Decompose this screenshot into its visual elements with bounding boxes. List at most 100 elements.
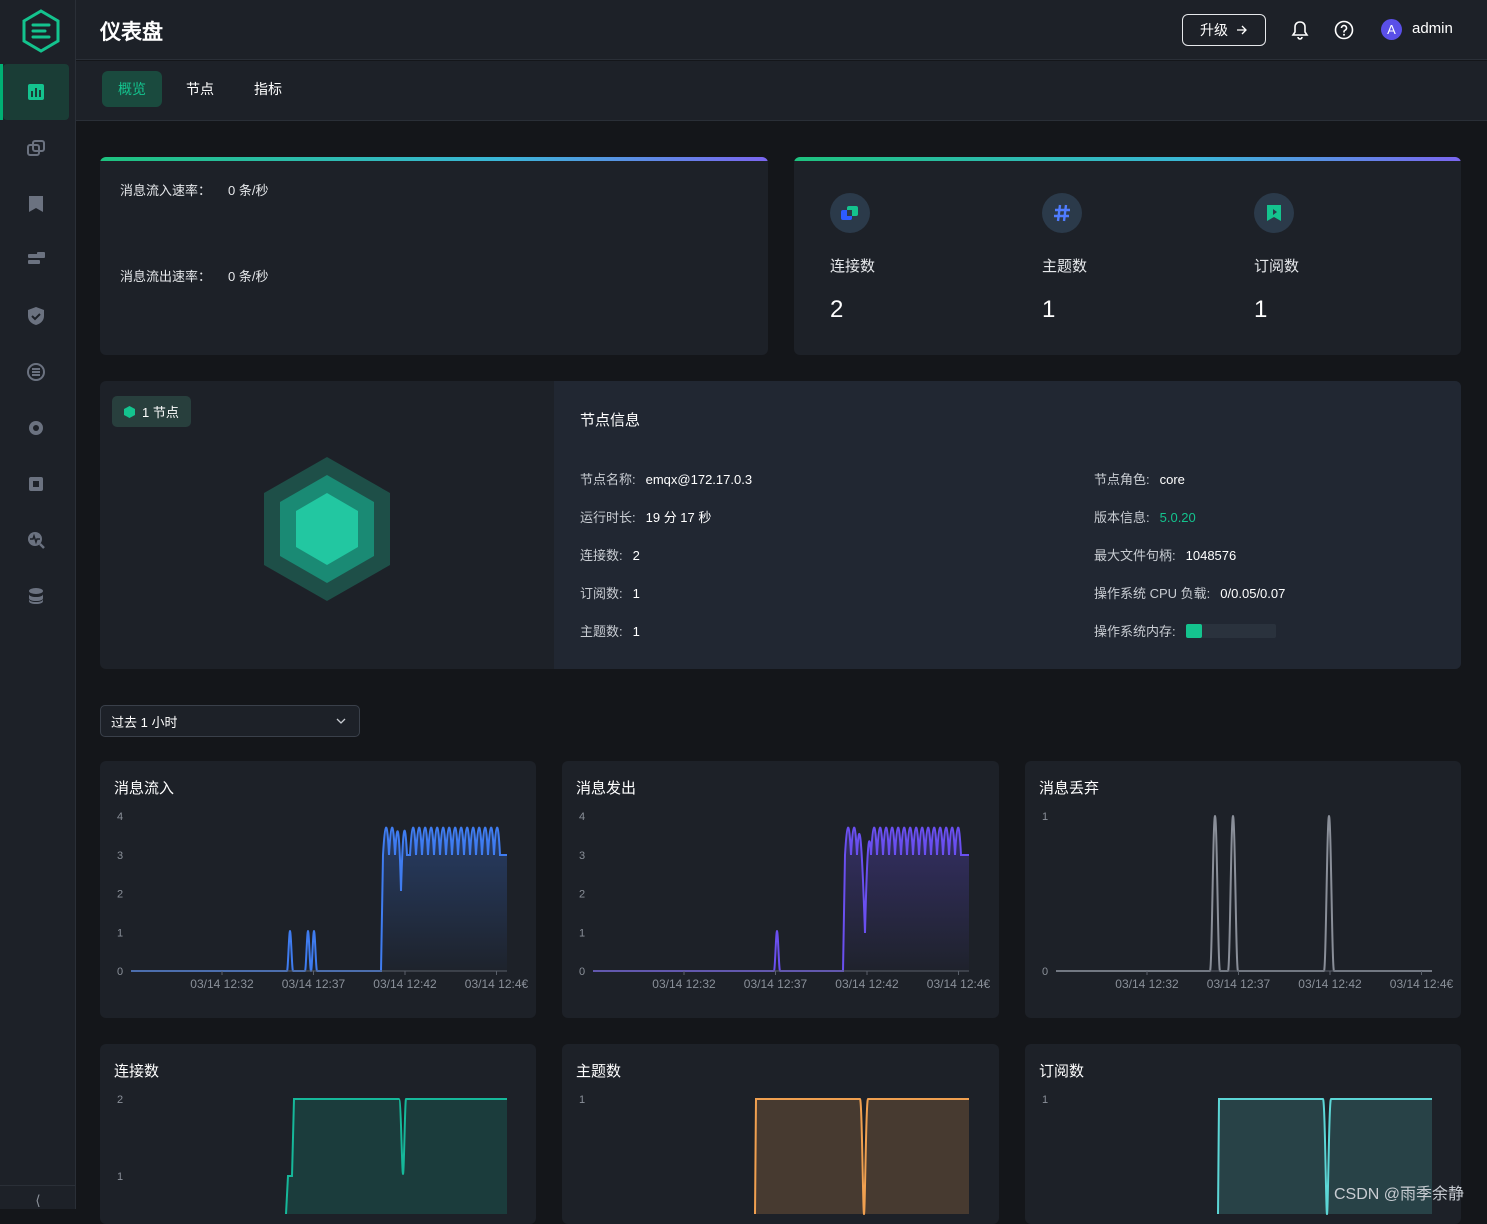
- x-tick-label: 03/14 12:42: [835, 977, 899, 991]
- node-hexagon-graphic[interactable]: [264, 457, 390, 601]
- cpu-load-row: 操作系统 CPU 负载: 0/0.05/0.07: [1094, 583, 1285, 602]
- y-tick-label: 0: [579, 966, 585, 978]
- outbound-rate-label: 消息流出速率：: [120, 269, 212, 284]
- chart-messages-dropped: 消息丢弃 0 1 03/14 12:32 03/14 12:37 03/14 12:42…: [1025, 761, 1461, 1018]
- inbound-rate-value: 0 条/秒: [228, 183, 269, 198]
- x-tick-label: 03/14 12:4€: [927, 977, 991, 991]
- y-tick-label: 0: [1042, 966, 1048, 978]
- inbound-rate-label: 消息流入速率：: [120, 183, 212, 198]
- info-key: 最大文件句柄:: [1094, 548, 1176, 563]
- chart-connections-plot[interactable]: 12: [100, 1044, 536, 1224]
- message-rate-card: 消息流入速率： 0 条/秒 消息流出速率： 0 条/秒: [100, 157, 768, 355]
- x-tick-label: 03/14 12:37: [744, 977, 808, 991]
- sidebar-item-connections[interactable]: [3, 120, 69, 176]
- info-value: 1: [632, 586, 640, 601]
- info-key: 版本信息:: [1094, 510, 1150, 525]
- sidebar-item-problem-analysis[interactable]: [3, 456, 69, 512]
- stat-value: 1: [1254, 296, 1268, 323]
- y-tick-label: 1: [579, 927, 585, 939]
- info-value: 1: [632, 624, 640, 639]
- connections-icon: [27, 140, 45, 156]
- management-icon: [29, 421, 43, 435]
- node-count-badge[interactable]: 1 节点: [112, 396, 191, 427]
- node-role-row: 节点角色: core: [1094, 469, 1185, 488]
- info-value: 19 分 17 秒: [645, 510, 712, 525]
- emqx-logo[interactable]: [21, 9, 61, 53]
- sidebar-item-access-control[interactable]: [3, 288, 69, 344]
- x-tick-label: 03/14 12:4€: [465, 977, 529, 991]
- chart-topics: 主题数 1: [562, 1044, 999, 1224]
- chart-messages-sent-plot[interactable]: 0 1 2 3 4 03/14 12:32 03/14 12:37 03/14 12:42 03…: [562, 761, 999, 1018]
- sidebar-item-subscribe[interactable]: [3, 176, 69, 232]
- info-value: core: [1159, 472, 1185, 487]
- problem-analysis-icon: [29, 477, 43, 491]
- chart-messages-received: 消息流入 0 1 2 3 4 03/14 12:32 03/14 12:37 03/14 12…: [100, 761, 536, 1018]
- stat-label: 主题数: [1042, 258, 1088, 275]
- node-name-row: 节点名称: emqx@172.17.0.3: [580, 469, 752, 488]
- chart-messages-dropped-plot[interactable]: 0 1 03/14 12:32 03/14 12:37 03/14 12:42 03/14…: [1025, 761, 1461, 1018]
- y-tick-label: 2: [117, 1094, 123, 1106]
- version-value: 5.0.20: [1159, 510, 1196, 525]
- tab-metrics[interactable]: 指标: [238, 71, 298, 107]
- stat-label: 连接数: [830, 258, 876, 275]
- y-tick-label: 2: [579, 889, 585, 901]
- sidebar-item-cluster[interactable]: [3, 568, 69, 624]
- subscribe-icon: [29, 196, 43, 212]
- sidebar: ⟨: [0, 0, 76, 1209]
- upgrade-button[interactable]: 升级: [1182, 14, 1266, 46]
- sidebar-item-diagnose[interactable]: [3, 512, 69, 568]
- cluster-icon: [29, 588, 43, 604]
- info-key: 连接数:: [580, 548, 623, 563]
- time-range-select[interactable]: 过去 1 小时: [100, 705, 360, 737]
- chart-messages-received-plot[interactable]: 0 1 2 3 4 03/14 12:32 03/14 12:37 03/14 12:42 03…: [100, 761, 536, 1018]
- hexagon-icon: [124, 405, 135, 418]
- sidebar-item-dashboard[interactable]: [0, 64, 69, 120]
- avatar[interactable]: A: [1381, 19, 1402, 40]
- collapse-icon: ⟨: [35, 1192, 41, 1208]
- stat-subscriptions: 订阅数 1: [1254, 193, 1454, 324]
- y-tick-label: 4: [579, 811, 585, 823]
- stat-value: 2: [830, 296, 844, 323]
- sidebar-item-integration[interactable]: [3, 344, 69, 400]
- info-key: 订阅数:: [580, 586, 623, 601]
- y-tick-label: 2: [117, 889, 123, 901]
- x-tick-label: 03/14 12:32: [652, 977, 716, 991]
- info-value: 0/0.05/0.07: [1220, 586, 1286, 601]
- sidebar-collapse-toggle[interactable]: ⟨: [0, 1185, 76, 1209]
- subscriptions-stat-icon: [1254, 193, 1294, 233]
- node-info-title: 节点信息: [580, 412, 641, 429]
- series-line: [1056, 814, 1432, 972]
- info-key: 主题数:: [580, 624, 623, 639]
- arrow-right-icon: [1237, 25, 1247, 35]
- node-count-label: 1 节点: [142, 405, 179, 420]
- tab-bar: 概览 节点 指标: [76, 61, 1487, 121]
- topics-stat-icon: [1042, 193, 1082, 233]
- x-tick-label: 03/14 12:32: [190, 977, 254, 991]
- info-value: emqx@172.17.0.3: [645, 472, 753, 487]
- memory-progress-fill: [1185, 624, 1202, 638]
- sidebar-item-retained[interactable]: [3, 232, 69, 288]
- watermark: CSDN @雨季余静: [1334, 1186, 1465, 1203]
- stat-label: 订阅数: [1254, 258, 1300, 275]
- y-tick-label: 1: [1042, 1094, 1048, 1106]
- x-tick-label: 03/14 12:37: [282, 977, 346, 991]
- info-key: 操作系统 CPU 负载:: [1094, 586, 1211, 601]
- bell-icon[interactable]: [1289, 19, 1311, 41]
- stat-topics: 主题数 1: [1042, 193, 1242, 324]
- chart-topics-plot[interactable]: 1: [562, 1044, 999, 1224]
- series-area: [131, 827, 507, 971]
- x-tick-label: 03/14 12:42: [373, 977, 437, 991]
- help-icon[interactable]: [1333, 19, 1355, 41]
- sidebar-item-management[interactable]: [3, 400, 69, 456]
- tab-nodes[interactable]: 节点: [170, 71, 230, 107]
- dashboard-icon: [28, 84, 44, 100]
- username[interactable]: admin: [1412, 20, 1453, 37]
- y-tick-label: 1: [1042, 811, 1048, 823]
- diagnose-icon: [28, 532, 45, 549]
- stat-value: 1: [1042, 296, 1056, 323]
- subscriptions-row: 订阅数: 1: [580, 583, 640, 602]
- tab-overview[interactable]: 概览: [102, 71, 162, 107]
- info-key: 运行时长:: [580, 510, 636, 525]
- info-value: 2: [632, 548, 640, 563]
- integration-icon: [27, 363, 45, 381]
